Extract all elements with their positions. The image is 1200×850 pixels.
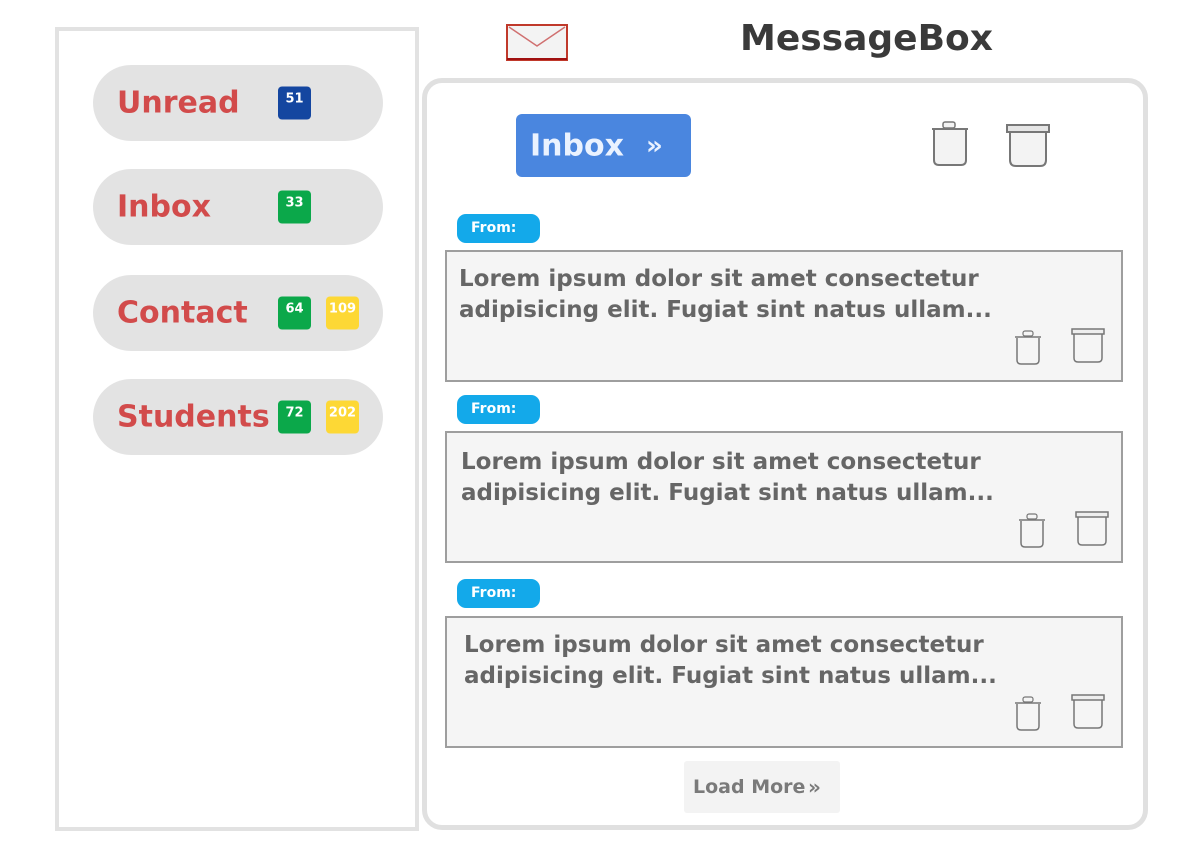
trash-icon[interactable] bbox=[1017, 513, 1047, 553]
sidebar: Unread 51 Inbox 33 Contact 64 109 Studen… bbox=[55, 27, 419, 831]
double-chevron-right-icon: » bbox=[646, 130, 663, 161]
load-more-button[interactable]: Load More » bbox=[684, 761, 840, 813]
trash-icon[interactable] bbox=[1013, 330, 1043, 370]
message-item[interactable]: Lorem ipsum dolor sit amet consectetur a… bbox=[445, 250, 1123, 382]
double-chevron-right-icon: » bbox=[808, 775, 821, 799]
archive-icon[interactable] bbox=[1071, 328, 1105, 368]
contact-secondary-badge: 109 bbox=[326, 296, 359, 330]
sidebar-item-label: Unread bbox=[117, 85, 240, 121]
unread-count-badge: 51 bbox=[278, 86, 311, 120]
trash-icon[interactable] bbox=[1013, 696, 1043, 736]
inbox-folder-button[interactable]: Inbox » bbox=[516, 114, 691, 177]
inbox-count-badge: 33 bbox=[278, 190, 311, 224]
sidebar-item-students[interactable]: Students 72 202 bbox=[93, 379, 383, 455]
sidebar-item-inbox[interactable]: Inbox 33 bbox=[93, 169, 383, 245]
sidebar-item-label: Contact bbox=[117, 295, 248, 331]
from-tag: From: bbox=[457, 214, 540, 243]
message-preview: Lorem ipsum dolor sit amet consectetur a… bbox=[459, 266, 992, 323]
archive-icon[interactable] bbox=[1006, 124, 1050, 172]
message-preview: Lorem ipsum dolor sit amet consectetur a… bbox=[464, 632, 997, 689]
from-tag: From: bbox=[457, 579, 540, 608]
archive-icon[interactable] bbox=[1075, 511, 1109, 551]
message-item[interactable]: Lorem ipsum dolor sit amet consectetur a… bbox=[445, 616, 1123, 748]
archive-icon[interactable] bbox=[1071, 694, 1105, 734]
load-more-label: Load More bbox=[693, 776, 806, 798]
contact-count-badge: 64 bbox=[278, 296, 311, 330]
app-title: MessageBox bbox=[740, 18, 993, 59]
sidebar-item-label: Students bbox=[117, 399, 270, 435]
envelope-icon bbox=[506, 24, 568, 61]
message-item[interactable]: Lorem ipsum dolor sit amet consectetur a… bbox=[445, 431, 1123, 563]
inbox-folder-label: Inbox bbox=[530, 128, 624, 163]
sidebar-item-contact[interactable]: Contact 64 109 bbox=[93, 275, 383, 351]
students-count-badge: 72 bbox=[278, 400, 311, 434]
from-tag: From: bbox=[457, 395, 540, 424]
sidebar-item-label: Inbox bbox=[117, 189, 211, 225]
sidebar-item-unread[interactable]: Unread 51 bbox=[93, 65, 383, 141]
message-preview: Lorem ipsum dolor sit amet consectetur a… bbox=[461, 449, 994, 506]
trash-icon[interactable] bbox=[930, 120, 970, 172]
students-secondary-badge: 202 bbox=[326, 400, 359, 434]
